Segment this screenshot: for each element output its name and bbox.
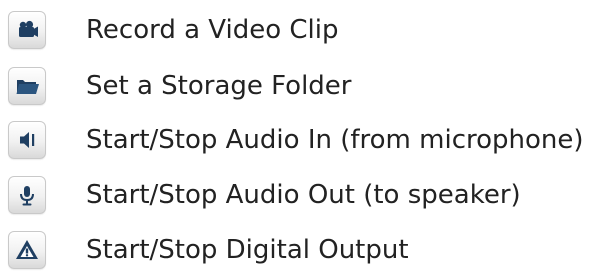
audio-out-label: Start/Stop Audio Out (to speaker) — [86, 180, 521, 210]
storage-folder-label: Set a Storage Folder — [86, 71, 352, 101]
record-video-button[interactable] — [8, 11, 46, 49]
audio-in-button[interactable] — [8, 121, 46, 159]
folder-icon — [16, 80, 39, 94]
microphone-icon — [20, 186, 34, 206]
audio-out-button[interactable] — [8, 176, 46, 214]
list-item-audio-in: Start/Stop Audio In (from microphone) — [0, 116, 598, 164]
video-camera-icon — [19, 20, 38, 37]
list-item-digital-output: Start/Stop Digital Output — [0, 226, 598, 274]
list-item-storage-folder: Set a Storage Folder — [0, 62, 598, 110]
digital-output-label: Start/Stop Digital Output — [86, 235, 409, 265]
storage-folder-button[interactable] — [8, 67, 46, 105]
warning-icon — [16, 240, 38, 259]
audio-in-label: Start/Stop Audio In (from microphone) — [86, 125, 584, 155]
list-item-record-video-clip: Record a Video Clip — [0, 6, 598, 54]
list-item-audio-out: Start/Stop Audio Out (to speaker) — [0, 171, 598, 219]
record-video-label: Record a Video Clip — [86, 15, 339, 45]
speaker-icon — [20, 132, 35, 148]
digital-output-button[interactable] — [8, 231, 46, 269]
legend-list: Record a Video Clip Set a Storage Folder… — [0, 0, 598, 279]
